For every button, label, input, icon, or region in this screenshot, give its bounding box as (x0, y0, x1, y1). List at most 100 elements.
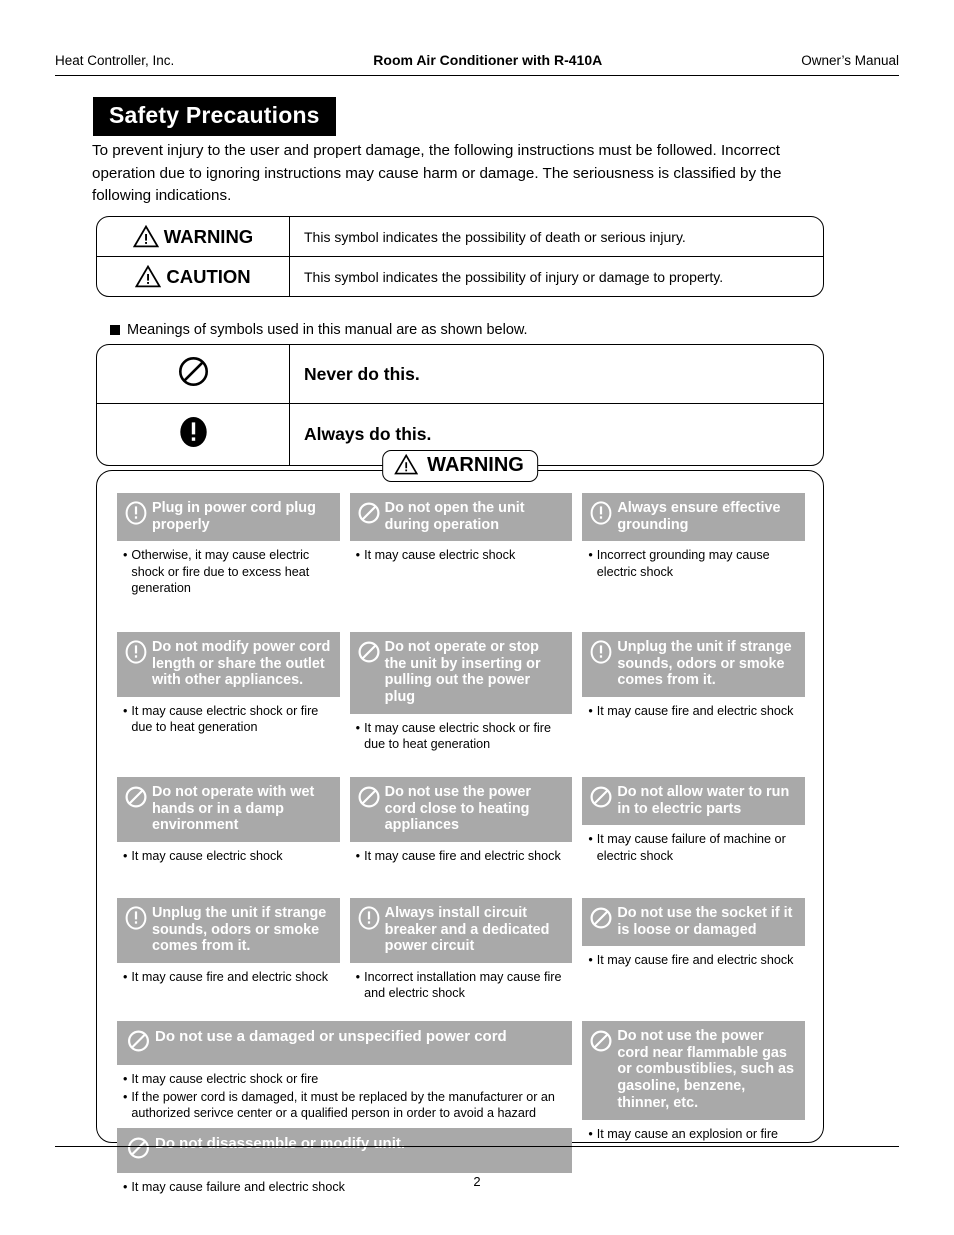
bullet-marker: • (588, 704, 593, 719)
bullet-text: It may cause fire and electric shock (596, 704, 794, 719)
warning-panel-content: Plug in power cord plug properly • Other… (117, 493, 806, 1194)
warning-panel-badge-label: WARNING (427, 454, 524, 476)
legend-icon-cell (97, 345, 290, 403)
bullet-text: It may cause electric shock or fire due … (131, 704, 319, 735)
bullet-item: • It may cause electric shock or fire (123, 1071, 570, 1087)
header-title: Room Air Conditioner with R-410A (373, 52, 603, 68)
mandatory-icon (358, 906, 380, 935)
legend-icon-cell (97, 404, 290, 465)
bullet-text: It may cause electric shock (131, 849, 283, 864)
warning-card-bullets: • It may cause fire and electric shock (582, 946, 805, 968)
bullet-marker: • (355, 548, 361, 563)
bullet-marker: • (123, 970, 128, 985)
bullet-marker: • (123, 1089, 128, 1104)
warning-card-bullets: • It may cause electric shock (117, 842, 340, 864)
intro-paragraph: To prevent injury to the user and proper… (92, 142, 782, 204)
signal-word-description: This symbol indicates the possibility of… (304, 228, 686, 245)
warning-card-bullets: • It may cause an explosion or fire (582, 1120, 805, 1142)
bullet-marker: • (355, 970, 361, 985)
bullet-text: It may cause electric shock or fire (131, 1072, 319, 1087)
warning-card-bullets: • Incorrect installation may cause fire … (350, 963, 573, 1002)
warning-card-title: Do not operate or stop the unit by inser… (384, 639, 541, 706)
warning-card-bullets: • It may cause electric shock (350, 541, 573, 563)
prohibition-icon (358, 785, 380, 814)
bullet-item: • It may cause fire and electric shock (123, 969, 338, 985)
page-number: 2 (473, 1174, 481, 1189)
mandatory-icon (125, 640, 147, 669)
warning-card: Do not use the power cord close to heati… (349, 777, 573, 890)
warning-card-header: Do not use the socket if it is loose or … (582, 898, 806, 947)
mandatory-icon (590, 501, 612, 530)
warning-card-bullets: • Otherwise, it may cause electric shock… (117, 541, 340, 596)
header-doctype: Owner’s Manual (801, 53, 899, 68)
warning-card-header: Always ensure effective grounding (582, 493, 806, 542)
bullet-marker: • (123, 704, 128, 719)
warning-column: Always ensure effective grounding • Inco… (582, 493, 806, 1021)
warning-card-title: Unplug the unit if strange sounds, odors… (152, 905, 327, 955)
warning-card-header: Do not use the power cord close to heati… (349, 777, 573, 843)
bullet-item: • It may cause electric shock (356, 547, 571, 563)
warning-card-bullets: • It may cause fire and electric shock (117, 963, 340, 985)
legend-note: Meanings of symbols used in this manual … (110, 322, 528, 338)
warning-card-title: Do not use the power cord close to heati… (384, 784, 531, 834)
warning-card-title: Do not disassemble or modify unit. (155, 1135, 406, 1153)
bullet-text: If the power cord is damaged, it must be… (131, 1089, 555, 1121)
warning-column: Do not open the unit during operation • … (349, 493, 573, 1021)
table-row: Never do this. (97, 345, 823, 403)
prohibition-icon (590, 1029, 612, 1058)
warning-card-bullets: • It may cause fire and electric shock (582, 697, 805, 719)
signal-word-cell: CAUTION (97, 257, 290, 296)
warning-bottom-left: Do not use a damaged or unspecified powe… (117, 1021, 573, 1196)
warning-card: Do not use the socket if it is loose or … (582, 898, 806, 1013)
mandatory-icon (125, 906, 147, 935)
warning-card: Do not use a damaged or unspecified powe… (117, 1021, 573, 1121)
bullet-item: • It may cause electric shock (123, 848, 338, 864)
warning-card-header: Do not operate or stop the unit by inser… (349, 632, 573, 714)
warning-card-title: Do not allow water to run in to electric… (617, 784, 790, 817)
bullet-item: • Otherwise, it may cause electric shock… (123, 547, 338, 596)
bullet-text: It may cause failure of machine or elect… (596, 832, 786, 863)
warning-card-title: Unplug the unit if strange sounds, odors… (617, 639, 792, 689)
warning-triangle-icon (132, 225, 159, 248)
warning-card-bullets: • It may cause electric shock or fire du… (117, 697, 340, 736)
legend-note-text: Meanings of symbols used in this manual … (127, 322, 528, 338)
bullet-marker: • (355, 849, 361, 864)
prohibition-icon (127, 1029, 150, 1057)
bullet-text: It may cause electric shock or fire due … (364, 720, 551, 752)
bullet-marker: • (123, 849, 128, 864)
warning-card-header: Do not disassemble or modify unit. (117, 1128, 573, 1173)
warning-column: Plug in power cord plug properly • Other… (117, 493, 340, 1021)
mandatory-icon (590, 640, 612, 669)
warning-card-grid: Plug in power cord plug properly • Other… (117, 493, 806, 1021)
warning-bottom-area: Do not use a damaged or unspecified powe… (117, 1021, 805, 1196)
warning-card-bullets: • It may cause electric shock or fire • … (117, 1065, 572, 1121)
warning-card: Do not modify power cord length or share… (117, 632, 340, 769)
mandatory-icon (125, 501, 147, 530)
warning-signal-word: WARNING (132, 225, 253, 248)
warning-card-header: Do not allow water to run in to electric… (582, 777, 806, 826)
table-row: WARNING This symbol indicates the possib… (97, 217, 823, 256)
warning-card-header: Plug in power cord plug properly (117, 493, 340, 542)
warning-card-bullets: • It may cause fire and electric shock (350, 842, 573, 864)
caution-triangle-icon (135, 265, 162, 288)
warning-bottom-right: Do not use the power cord near flammable… (582, 1021, 805, 1143)
warning-card-header: Unplug the unit if strange sounds, odors… (117, 898, 340, 964)
legend-label: Never do this. (304, 363, 420, 384)
bullet-text: Incorrect installation may cause fire an… (364, 970, 562, 1001)
bullet-text: It may cause fire and electric shock (596, 953, 794, 968)
warning-card: Do not open the unit during operation • … (349, 493, 573, 624)
black-square-bullet-icon (110, 325, 120, 335)
symbol-legend-table: Never do this. Always do this. (96, 344, 824, 466)
bullet-marker: • (123, 1072, 128, 1087)
bullet-item: • It may cause fire and electric shock (588, 952, 803, 968)
bullet-text: It may cause electric shock (364, 548, 516, 563)
bullet-marker: • (588, 1126, 593, 1141)
header-divider (55, 75, 899, 76)
bullet-item: • It may cause fire and electric shock (588, 703, 803, 719)
page-title: Safety Precautions (93, 97, 336, 136)
warning-card-title: Do not modify power cord length or share… (152, 639, 331, 689)
bullet-text: It may cause an explosion or fire (596, 1126, 779, 1141)
bullet-item: • It may cause an explosion or fire (588, 1126, 803, 1142)
warning-card-title: Do not use a damaged or unspecified powe… (155, 1028, 507, 1045)
mandatory-icon (178, 415, 209, 454)
